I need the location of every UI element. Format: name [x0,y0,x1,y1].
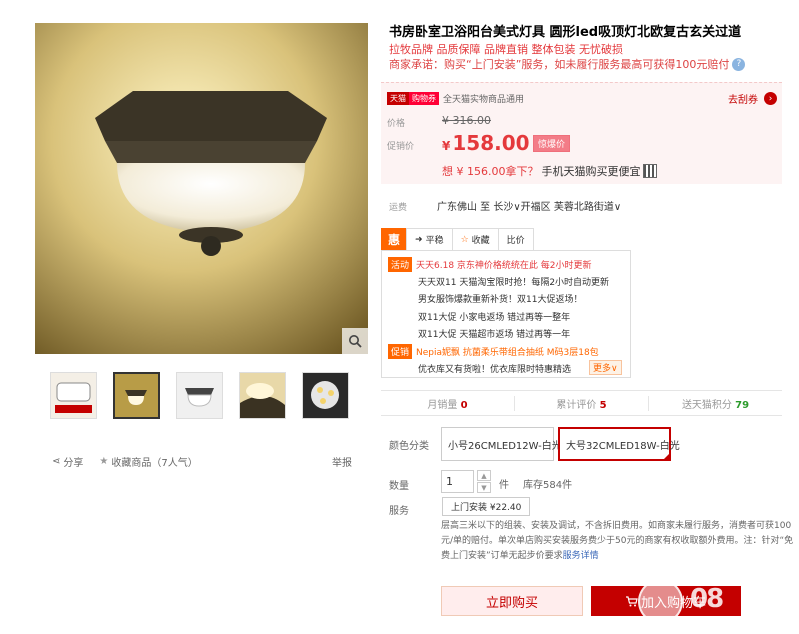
stock-count: 库存584件 [523,480,573,491]
qr-code-icon[interactable] [643,164,658,178]
promo-item[interactable]: 优衣库又有货啦！优衣库限时特惠精选 [418,362,571,375]
sku-label: 颜色分类 [389,441,429,452]
promo-item[interactable]: 双11大促 天猫超市返场 错过再等一年 [418,327,570,340]
watermark-mark: 08 [690,584,724,614]
star-outline-icon: ☆ [460,234,469,245]
share-link[interactable]: ⋖ 分享 [52,454,83,469]
quantity-increase-button[interactable]: ▲ [477,470,491,481]
promo-tabs: 惠 ➜ 平稳 ☆ 收藏 比价 [381,228,534,250]
mobile-price-hint[interactable]: 想 ¥ 156.00拿下？ 手机天猫购买更便宜 [442,163,658,179]
promo-item[interactable]: 活动 天天6.18 京东神价格统统在此 每2小时更新 [388,257,592,272]
review-count[interactable]: 累计评价 5 [515,395,649,411]
tab-hui[interactable]: 惠 [381,228,408,250]
promo-price-label: 促销价 [387,142,415,152]
service-label: 服务 [389,506,409,517]
shipping-label: 运费 [389,203,408,213]
thumbnail-4[interactable] [239,372,286,419]
watermark-logo [638,579,683,624]
main-product-image[interactable] [35,23,368,354]
tab-collect[interactable]: ☆ 收藏 [451,228,499,250]
quantity-unit: 件 [499,480,509,491]
quantity-input[interactable]: 1 [441,470,474,493]
product-subtitle: 拉牧品牌 品质保障 品牌直销 整体包装 无忧破损 [389,43,623,56]
zoom-button[interactable] [342,328,368,354]
share-collect-row: ⋖ 分享 ★ 收藏商品（7人气） 举报 [52,454,352,469]
promo-list: 活动 天天6.18 京东神价格统统在此 每2小时更新 天天双11 天猫淘宝限时抢… [381,250,631,378]
service-detail-link[interactable]: 服务详情 [563,551,599,561]
thumbnail-strip [50,372,349,419]
promo-item[interactable]: 促销 Nepia妮飘 抗菌柔乐带组合抽纸 M码3层18包 [388,344,599,359]
original-price: ¥ 316.00 [442,114,491,127]
star-icon: ★ [99,456,109,467]
sales-stats: 月销量 0 累计评价 5 送天猫积分 79 [381,390,782,416]
merchant-promise: 商家承诺：购买“上门安装”服务，如未履行服务最高可获得100元赔付 ? [389,56,746,72]
thumbnail-1[interactable] [50,372,97,419]
promo-item[interactable]: 双11大促 小家电返场 错过再等一整年 [418,310,570,323]
tab-compare[interactable]: 比价 [497,228,534,250]
shipping-location-select[interactable]: 广东佛山 至 长沙∨开福区 芙蓉北路街道∨ [437,198,621,213]
tab-pingwen[interactable]: ➜ 平稳 [406,228,453,250]
buy-now-button[interactable]: 立即购买 [441,586,583,616]
promo-item[interactable]: 天天双11 天猫淘宝限时抢！每隔2小时自动更新 [418,275,609,288]
shopping-voucher-row: 天猫 购物券 全天猫实物商品通用 [387,92,524,105]
magnifier-icon [349,335,362,348]
monthly-sales: 月销量 0 [381,395,515,411]
price-label: 价格 [387,119,406,129]
get-coupon-link[interactable]: 去刮券 › [728,91,777,106]
sku-option-large[interactable]: 大号32CMLED18W-白光 [558,427,680,461]
product-detail-page: ⋖ 分享 ★ 收藏商品（7人气） 举报 书房卧室卫浴阳台美式灯具 圆形led吸顶… [0,0,799,634]
thumbnail-5[interactable] [302,372,349,419]
help-icon[interactable]: ? [732,57,746,71]
install-service-option[interactable]: 上门安装 ¥22.40 [442,497,531,516]
service-description: 层高三米以下的组装、安装及调试，不含拆旧费用。如商家未履行服务，消费者可获100… [441,521,794,561]
sku-option-small[interactable]: 小号26CMLED12W-白光 [441,427,562,461]
tmall-tag: 天猫 [387,92,409,105]
product-title: 书房卧室卫浴阳台美式灯具 圆形led吸顶灯北欧复古玄关过道 [389,25,742,40]
price-box: 天猫 购物券 全天猫实物商品通用 去刮券 › 价格 ¥ 316.00 促销价 ¥… [381,82,782,184]
arrow-icon: ➜ [415,234,423,245]
flash-price-tag: 惊爆价 [533,135,571,152]
report-link[interactable]: 举报 [332,454,352,469]
cart-icon [625,595,638,607]
arrow-right-icon: › [764,92,777,105]
promo-price: ¥ 158.00 [442,131,530,155]
share-icon: ⋖ [52,456,61,467]
collect-link[interactable]: ★ 收藏商品（7人气） [99,454,197,469]
selected-check-icon [662,452,671,461]
quantity-decrease-button[interactable]: ▼ [477,482,491,493]
more-promos-button[interactable]: 更多∨ [589,360,622,375]
voucher-tag: 购物券 [409,92,439,105]
quantity-label: 数量 [389,481,409,492]
tmall-points: 送天猫积分 79 [681,399,750,411]
thumbnail-2[interactable] [113,372,160,419]
thumbnail-3[interactable] [176,372,223,419]
promo-item[interactable]: 男女服饰爆款重新补货！双11大促返场！ [418,292,582,305]
